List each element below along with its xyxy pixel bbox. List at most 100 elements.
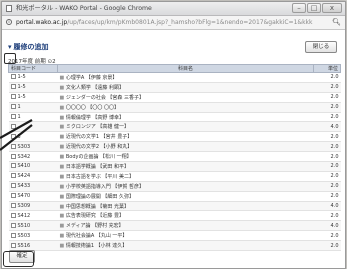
- course-credit: 2.0: [313, 191, 341, 202]
- course-name-text: 情報技術論1 【小林 達久】: [65, 243, 128, 250]
- course-credit: 4.0: [313, 121, 341, 133]
- course-name: ■ 国際理論の展開 【細田 久弥】: [57, 191, 314, 202]
- course-name: ■ 情報技術論1 【小林 達久】: [57, 240, 314, 252]
- maximize-button[interactable]: □: [307, 3, 321, 13]
- course-credit: 2.0: [313, 141, 341, 153]
- url-text[interactable]: portal.wako.ac.jp/up/faces/up/km/pKmb080…: [16, 16, 334, 29]
- course-name: ■ 心理学A 【伊藤 京景】: [57, 72, 314, 83]
- table-row[interactable]: S510 ■ メディア論 【野村 充宏】 4.0: [8, 220, 341, 232]
- course-name: ■ 近現代の文学2 【小野 和丸】: [57, 141, 314, 153]
- course-name: ■ 日本古語を学ぶ 【平川 美二】: [57, 171, 314, 182]
- course-name: ■ 近現代の文学1 【宮井 豊子】: [57, 131, 314, 143]
- course-name-text: 日本古語を学ぶ 【平川 美二】: [65, 173, 135, 180]
- course-code: 3: [17, 133, 21, 140]
- course-name-text: 日本語学概論 【武田 和平】: [65, 163, 130, 170]
- page-content: ▾ 履修の追加 閉じる 2017年度 前期 ⊙2 科目コード 科目名 単位 1-5…: [2, 30, 345, 268]
- code-cell: 1-5: [8, 92, 58, 103]
- course-credit: 2.0: [313, 92, 341, 103]
- heading-bullet-icon: ▾: [8, 43, 12, 51]
- course-name-text: ミクロンジア 【高雄 健一】: [65, 124, 130, 131]
- course-name: ■ 小学校英語指導入門 【伊賀 哲彦】: [57, 181, 314, 192]
- address-bar[interactable]: i portal.wako.ac.jp/up/faces/up/km/pKmb0…: [2, 16, 345, 30]
- course-checkbox[interactable]: [10, 222, 16, 228]
- course-checkbox[interactable]: [10, 242, 16, 248]
- course-credit: 2.0: [313, 112, 341, 123]
- minimize-button[interactable]: –: [292, 3, 306, 13]
- title-bar: 和光ポータル - WAKO Portal - Google Chrome – □…: [2, 2, 345, 16]
- course-code: 1-5: [17, 74, 26, 81]
- course-code: S410: [17, 163, 31, 170]
- course-code: S424: [17, 173, 31, 180]
- table-row[interactable]: S503 ■ 現代社会論A 【丸山 一平】 2.0: [8, 230, 341, 242]
- course-checkbox[interactable]: [10, 104, 16, 110]
- code-cell: S424: [8, 171, 58, 182]
- table-row[interactable]: 1-5 ■ 文化人類学 【遠藤 利顕】 2.0: [8, 82, 341, 93]
- page-icon: [6, 5, 12, 12]
- table-row[interactable]: 1-5 ■ ジェンダーの社会 【宮森 三香子】 2.0: [8, 92, 341, 103]
- table-row[interactable]: S410 ■ 日本語学概論 【武田 和平】 2.0: [8, 161, 341, 172]
- course-credit: 2.0: [313, 181, 341, 192]
- table-row[interactable]: S309 ■ 中国思想概論 【菊田 光葉】 4.0: [8, 201, 341, 212]
- close-window-button[interactable]: x: [322, 3, 342, 13]
- course-checkbox[interactable]: [10, 143, 16, 149]
- info-icon[interactable]: i: [6, 19, 12, 25]
- table-row[interactable]: S303 ■ 近現代の文学2 【小野 和丸】 2.0: [8, 141, 341, 153]
- course-checkbox[interactable]: [10, 123, 16, 129]
- code-cell: 1-5: [8, 72, 58, 83]
- course-credit: 4.0: [313, 220, 341, 232]
- course-checkbox[interactable]: [10, 153, 16, 159]
- course-credit: 2.0: [313, 161, 341, 172]
- header-credit: 単位: [313, 64, 341, 73]
- course-checkbox[interactable]: [10, 133, 16, 139]
- course-name: ■ ジェンダーの社会 【宮森 三香子】: [57, 92, 314, 103]
- course-code: S412: [17, 212, 31, 219]
- course-code: S470: [17, 193, 31, 200]
- magnifier-icon[interactable]: 🔍︎: [332, 16, 341, 29]
- table-header-row: 科目コード 科目名 単位: [8, 64, 341, 73]
- course-credit: 2.0: [313, 210, 341, 222]
- course-checkbox[interactable]: [10, 114, 16, 119]
- table-row[interactable]: 1 ■ 〇〇〇〇 【〇〇 〇〇】 2.0: [8, 102, 341, 113]
- course-checkbox[interactable]: [10, 203, 16, 209]
- course-checkbox[interactable]: [10, 94, 16, 100]
- course-checkbox[interactable]: [10, 212, 16, 218]
- code-cell: S433: [8, 181, 58, 192]
- highlight-confirm-annotation: [3, 251, 34, 267]
- course-checkbox[interactable]: [10, 74, 16, 80]
- course-credit: 2.0: [313, 240, 341, 252]
- course-checkbox[interactable]: [10, 193, 16, 199]
- code-cell: S412: [8, 210, 58, 222]
- course-code: S433: [17, 183, 31, 190]
- code-cell: 1-5: [8, 82, 58, 93]
- course-name-text: 心理学A 【伊藤 京景】: [65, 74, 118, 81]
- course-name-text: Bodyの企画論 【松川 一翔】: [65, 154, 132, 161]
- table-row[interactable]: S470 ■ 国際理論の展開 【細田 久弥】 2.0: [8, 191, 341, 202]
- course-code: 1-5: [17, 94, 26, 101]
- course-name: ■ 広告表現研究 【近藤 豊】: [57, 210, 314, 222]
- table-row[interactable]: 3 ■ 近現代の文学1 【宮井 豊子】 2.0: [8, 131, 341, 143]
- table-row[interactable]: S424 ■ 日本古語を学ぶ 【平川 美二】 2.0: [8, 171, 341, 182]
- table-row[interactable]: S412 ■ 広告表現研究 【近藤 豊】 2.0: [8, 210, 341, 222]
- code-cell: S303: [8, 141, 58, 153]
- table-row[interactable]: 1-5 ■ 心理学A 【伊藤 京景】 2.0: [8, 72, 341, 83]
- code-cell: 3: [8, 131, 58, 143]
- course-checkbox[interactable]: [10, 173, 16, 179]
- course-name: ■ 中国思想概論 【菊田 光葉】: [57, 201, 314, 212]
- table-row[interactable]: 1 ■ 情報倫理学 【高野 博幸】 2.0: [8, 112, 341, 123]
- course-checkbox[interactable]: [10, 232, 16, 238]
- course-credit: 2.0: [313, 151, 341, 163]
- course-name-text: 中国思想概論 【菊田 光葉】: [65, 203, 130, 210]
- course-credit: 2.0: [313, 102, 341, 113]
- table-row[interactable]: S516 ■ 情報技術論1 【小林 達久】 2.0: [8, 240, 341, 252]
- course-checkbox[interactable]: [10, 183, 16, 189]
- header-name: 科目名: [57, 64, 314, 73]
- table-row[interactable]: S433 ■ 小学校英語指導入門 【伊賀 哲彦】 2.0: [8, 181, 341, 192]
- course-credit: 2.0: [313, 131, 341, 143]
- table-row[interactable]: ■ ミクロンジア 【高雄 健一】 4.0: [8, 121, 341, 133]
- close-page-button[interactable]: 閉じる: [305, 41, 337, 53]
- table-row[interactable]: S342 ■ Bodyの企画論 【松川 一翔】 2.0: [8, 151, 341, 163]
- course-checkbox[interactable]: [10, 84, 16, 90]
- course-checkbox[interactable]: [10, 163, 16, 169]
- course-code: S342: [17, 153, 31, 160]
- code-cell: 1: [8, 102, 58, 113]
